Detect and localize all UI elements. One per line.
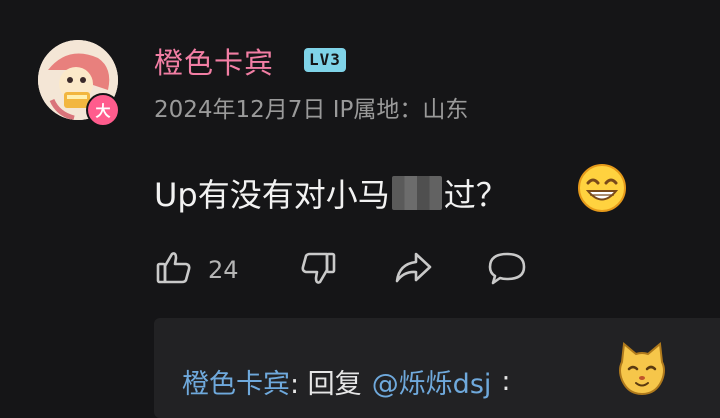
dislike-button[interactable] bbox=[298, 248, 338, 292]
cat-emoji-icon bbox=[616, 342, 668, 402]
reply-author[interactable]: 橙色卡宾 bbox=[182, 362, 290, 401]
vip-badge: 大 bbox=[86, 93, 120, 127]
reply-mention[interactable]: @烁烁dsj bbox=[372, 362, 492, 401]
reply-preview-box[interactable]: 橙色卡宾 : 回复 @烁烁dsj : bbox=[154, 318, 720, 418]
reply-preview-line: 橙色卡宾 : 回复 @烁烁dsj : bbox=[182, 362, 511, 401]
comment-meta: 2024年12月7日 IP属地：山东 bbox=[154, 97, 469, 123]
thumbs-up-icon bbox=[154, 248, 194, 292]
censored-mosaic bbox=[391, 176, 442, 210]
reply-separator: : 回复 bbox=[290, 369, 362, 400]
level-badge: LV3 bbox=[304, 48, 346, 72]
comment-username[interactable]: 橙色卡宾 bbox=[154, 40, 274, 82]
grinning-emoji-icon bbox=[576, 162, 628, 218]
comment-text: Up有没有对小马 过？ bbox=[154, 170, 508, 216]
like-button[interactable]: 24 bbox=[154, 248, 239, 292]
comment-icon bbox=[486, 248, 528, 292]
comment-text-after: 过？ bbox=[443, 176, 508, 214]
share-icon bbox=[392, 248, 434, 292]
thumbs-down-icon bbox=[298, 248, 338, 292]
reply-colon: : bbox=[501, 366, 511, 397]
like-count: 24 bbox=[208, 256, 239, 284]
reply-button[interactable] bbox=[486, 248, 528, 292]
comment-text-before: Up有没有对小马 bbox=[154, 176, 390, 214]
share-button[interactable] bbox=[392, 248, 434, 292]
